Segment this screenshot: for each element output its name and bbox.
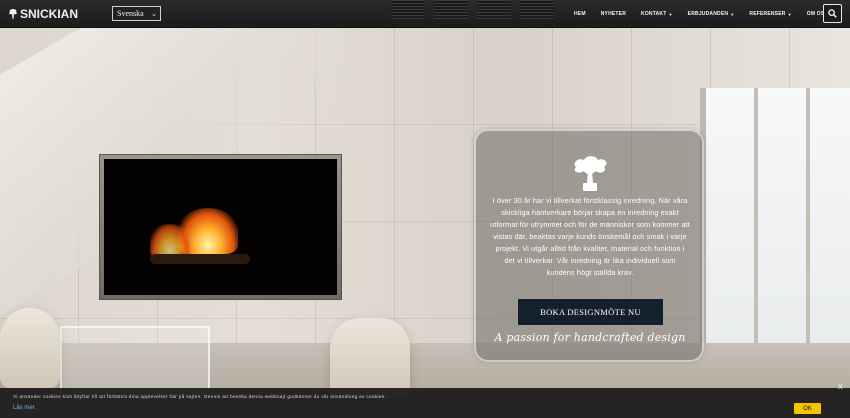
nav-item-hem[interactable]: HEM (574, 11, 586, 17)
main-navigation: HEM NYHETER KONTAKT ▼ ERBJUDANDEN ▼ REFE… (574, 0, 834, 28)
logo-text: SNICKIAN (20, 7, 79, 21)
nav-item-label: NYHETER (600, 11, 627, 17)
bonsai-tree-icon (566, 153, 614, 193)
nav-item-nyheter[interactable]: NYHETER (601, 11, 626, 17)
language-select[interactable]: Svenska ⌄ (112, 6, 161, 21)
intro-panel: I över 30 år har vi tillverkat förstklas… (474, 129, 704, 362)
search-icon (828, 9, 837, 18)
logo-tree-icon (8, 8, 18, 20)
cookie-ok-button[interactable]: OK (794, 403, 821, 414)
top-navigation-bar: SNICKIAN Svenska ⌄ HEM NYHETER KONTAKT ▼… (0, 0, 850, 28)
hero-background-image (0, 28, 850, 418)
glass-table (60, 326, 210, 396)
armchair (0, 308, 60, 388)
chevron-down-icon: ⌄ (151, 10, 157, 18)
language-select-value: Svenska (117, 9, 144, 18)
cookie-read-more-link[interactable]: Läs mer. (13, 405, 36, 411)
cookie-consent-bar: Vi använder cookies som åsyftar till att… (0, 388, 850, 418)
header-vent-decoration (434, 0, 468, 20)
nav-item-erbjudanden[interactable]: ERBJUDANDEN ▼ (688, 11, 735, 17)
header-vent-decoration (520, 0, 554, 20)
fire-log (150, 254, 250, 264)
armchair (330, 318, 410, 398)
caret-down-icon: ▼ (787, 11, 792, 17)
nav-item-label: HEM (574, 11, 586, 17)
search-button[interactable] (823, 4, 842, 23)
header-vent-decoration (477, 0, 511, 20)
nav-item-kontakt[interactable]: KONTAKT ▼ (641, 11, 673, 17)
caret-down-icon: ▼ (730, 11, 735, 17)
nav-item-label: REFERENSER (749, 11, 786, 17)
cookie-message: Vi använder cookies som åsyftar till att… (13, 394, 387, 399)
cookie-close-button[interactable]: X (838, 384, 843, 391)
intro-description: I över 30 år har vi tillverkat förstklas… (490, 196, 690, 277)
tagline: A passion for handcrafted design (494, 331, 686, 344)
nav-item-label: KONTAKT (641, 11, 667, 17)
nav-item-label: ERBJUDANDEN (687, 11, 729, 17)
site-logo[interactable]: SNICKIAN (8, 7, 78, 21)
book-design-meeting-button[interactable]: BOKA DESIGNMÖTE NU (518, 299, 663, 325)
caret-down-icon: ▼ (668, 11, 673, 17)
nav-item-referenser[interactable]: REFERENSER ▼ (749, 11, 791, 17)
header-vent-decoration (391, 0, 425, 20)
fire-flame (150, 224, 190, 258)
